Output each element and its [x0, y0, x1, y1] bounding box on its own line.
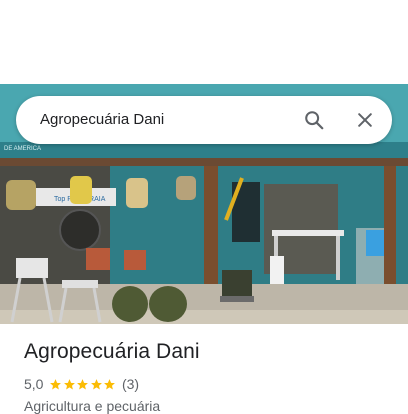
star-icon	[77, 378, 89, 389]
star-icon	[104, 378, 116, 389]
review-count[interactable]: (3)	[122, 376, 139, 392]
svg-text:DE AMERICA: DE AMERICA	[4, 146, 41, 152]
close-icon	[358, 113, 372, 127]
close-button[interactable]	[349, 104, 381, 136]
rating-row[interactable]: 5,0 (3)	[24, 376, 139, 392]
search-input[interactable]: Agropecuária Dani	[40, 96, 164, 144]
star-rating	[49, 378, 117, 391]
search-icon	[305, 111, 324, 130]
rating-value: 5,0	[24, 376, 44, 392]
search-bar[interactable]: Agropecuária Dani	[16, 96, 392, 144]
place-category: Agricultura e pecuária	[24, 398, 161, 414]
star-icon	[50, 378, 62, 389]
place-title: Agropecuária Dani	[24, 340, 200, 363]
star-icon	[64, 378, 75, 389]
search-button[interactable]	[298, 104, 330, 136]
star-icon	[91, 378, 102, 389]
